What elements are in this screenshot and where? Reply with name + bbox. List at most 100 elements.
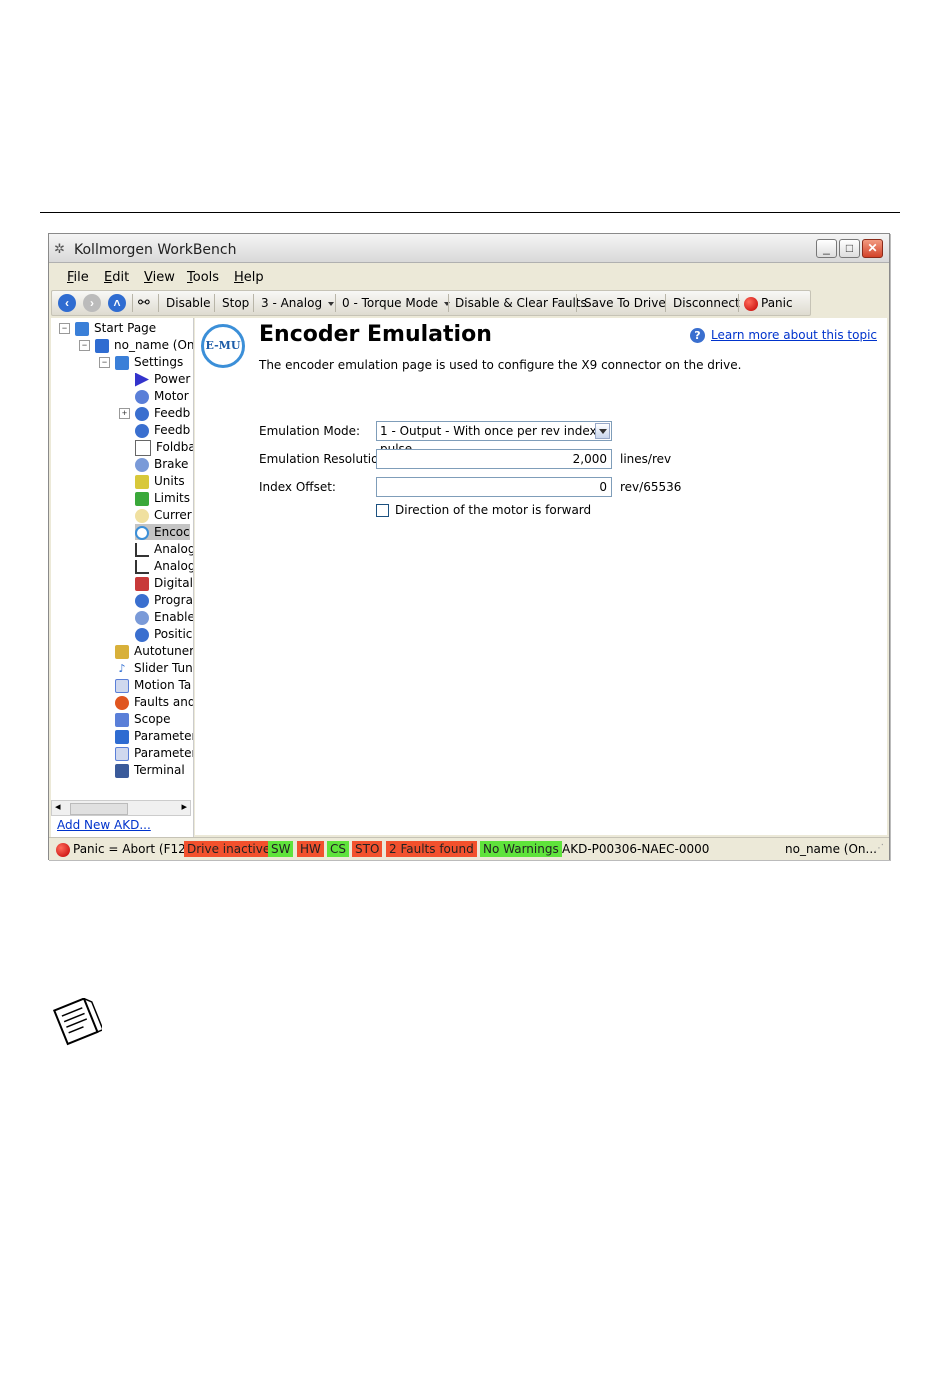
tree-item-faults[interactable]: Faults and [115,694,193,710]
encoder-emulation-icon [135,525,149,540]
warnings-badge[interactable]: No Warnings [480,841,562,857]
page-title: Encoder Emulation [259,322,492,347]
sto-badge: STO [352,841,383,857]
tree-item-settings[interactable]: Settings [115,354,183,370]
title-bar[interactable]: ✲ Kollmorgen WorkBench _ □ ✕ [49,234,889,263]
menu-edit[interactable]: Edit [104,270,129,285]
close-button[interactable]: ✕ [862,239,883,258]
add-new-akd-link[interactable]: Add New AKD... [57,818,151,832]
toolbar: ‹ › ˄ ⚯ Disable Stop 3 - Analog 0 - Torq… [51,290,811,316]
direction-checkbox[interactable] [376,504,389,517]
tree-item-feedback-2[interactable]: Feedb [135,422,190,438]
slider-icon: ♪ [115,661,129,676]
panic-status[interactable]: Panic = Abort (F12) [53,841,193,857]
collapse-icon[interactable]: − [79,340,90,351]
tree-label: Motor [154,389,189,403]
scroll-left-icon[interactable]: ◂ [55,800,61,813]
connect-icon[interactable]: ⚯ [138,291,150,315]
tree-item-encoder-emulation[interactable]: Encoc [135,524,190,540]
help-icon: ? [690,328,705,343]
settings-icon [115,355,129,370]
maximize-button[interactable]: □ [839,239,860,258]
expand-icon[interactable]: + [119,408,130,419]
scroll-right-icon[interactable]: ▸ [181,800,187,813]
chevron-down-icon[interactable] [595,423,610,439]
tree-item-motor[interactable]: Motor [135,388,189,404]
tree-item-digital[interactable]: Digital [135,575,193,591]
tree-item-feedback-1[interactable]: Feedb [135,405,190,421]
tree-scrollbar[interactable]: ◂ ▸ [51,800,191,816]
tree-item-brake[interactable]: Brake [135,456,188,472]
clear-faults-button[interactable]: Disable & Clear Faults [455,291,587,315]
drive-icon [95,338,109,353]
emulation-resolution-input[interactable]: 2,000 [376,449,612,469]
tree-item-position[interactable]: Positic [135,626,192,642]
tree-item-current[interactable]: Currer [135,507,192,523]
menu-tools[interactable]: Tools [187,270,219,285]
cs-badge: CS [327,841,349,857]
feedback-icon [135,406,149,421]
tree-item-parameter-list[interactable]: Parameter [115,745,193,761]
tree-label: Settings [134,355,184,369]
drive-model: AKD-P00306-NAEC-0000 [562,842,710,856]
tree-label: Digital [154,576,193,590]
tree-item-device[interactable]: no_name (Onli [95,337,194,353]
stop-button[interactable]: Stop [222,291,249,315]
collapse-icon[interactable]: − [99,357,110,368]
tree-item-motion-tasks[interactable]: Motion Ta [115,677,191,693]
tree-item-limits[interactable]: Limits [135,490,190,506]
learn-more-link[interactable]: ? Learn more about this topic [690,328,877,343]
panic-icon [56,842,70,857]
menu-view[interactable]: View [144,270,175,285]
note-icon [52,998,102,1046]
tree-item-analog-2[interactable]: Analog [135,558,193,574]
tree-item-programmable[interactable]: Progra [135,592,193,608]
tree-item-terminal[interactable]: Terminal [115,762,185,778]
tree-label: no_name (Onli [114,338,194,352]
tree-item-scope[interactable]: Scope [115,711,171,727]
autotuner-icon [115,644,129,659]
tree-label: Parameter [134,729,194,743]
panic-button[interactable]: Panic [744,291,793,315]
resolution-unit: lines/rev [620,452,672,466]
minimize-button[interactable]: _ [816,239,837,258]
encoder-emulation-panel: E-MU Encoder Emulation The encoder emula… [195,318,887,835]
analog-dropdown[interactable]: 3 - Analog [261,291,335,315]
faults-badge[interactable]: 2 Faults found [386,841,477,857]
tree-item-power[interactable]: Power [135,371,190,387]
forward-icon[interactable]: › [83,294,101,312]
up-icon[interactable]: ˄ [108,294,126,312]
tree-label: Terminal [134,763,185,777]
menu-help[interactable]: Help [234,270,264,285]
tree-label: Autotuner [134,644,194,658]
tree-label: Limits [154,491,190,505]
back-icon[interactable]: ‹ [58,294,76,312]
collapse-icon[interactable]: − [59,323,70,334]
tree-label: Units [154,474,185,488]
emulation-mode-label: Emulation Mode: [259,424,361,438]
disconnect-button[interactable]: Disconnect [673,291,740,315]
tree-item-units[interactable]: Units [135,473,185,489]
navigation-tree: − Start Page − no_name (Onli − Settings … [51,318,194,838]
tree-item-autotuner[interactable]: Autotuner [115,643,194,659]
tree-label: Start Page [94,321,157,335]
emulation-mode-select[interactable]: 1 - Output - With once per rev index pul… [376,421,612,456]
save-to-drive-button[interactable]: Save To Drive [584,291,666,315]
disable-button[interactable]: Disable [166,291,211,315]
tree-item-slider-tuning[interactable]: ♪ Slider Tun [115,660,193,676]
scroll-thumb[interactable] [70,803,128,815]
learn-more-label: Learn more about this topic [711,328,877,342]
tree-label: Feedb [154,423,191,437]
panic-status-label: Panic = Abort (F12) [73,842,191,856]
menu-file[interactable]: File [67,270,89,285]
tree-item-enable[interactable]: Enable [135,609,193,625]
mode-dropdown[interactable]: 0 - Torque Mode [342,291,451,315]
tree-label: Feedb [154,406,191,420]
index-offset-input[interactable]: 0 [376,477,612,497]
foldback-icon [135,439,151,456]
tree-item-start-page[interactable]: Start Page [75,320,156,336]
resize-grip-icon[interactable]: ⋰ [871,841,887,857]
tree-item-foldback[interactable]: Foldba [135,439,193,456]
tree-item-parameter-load[interactable]: Parameter [115,728,194,744]
tree-item-analog-1[interactable]: Analog [135,541,193,557]
